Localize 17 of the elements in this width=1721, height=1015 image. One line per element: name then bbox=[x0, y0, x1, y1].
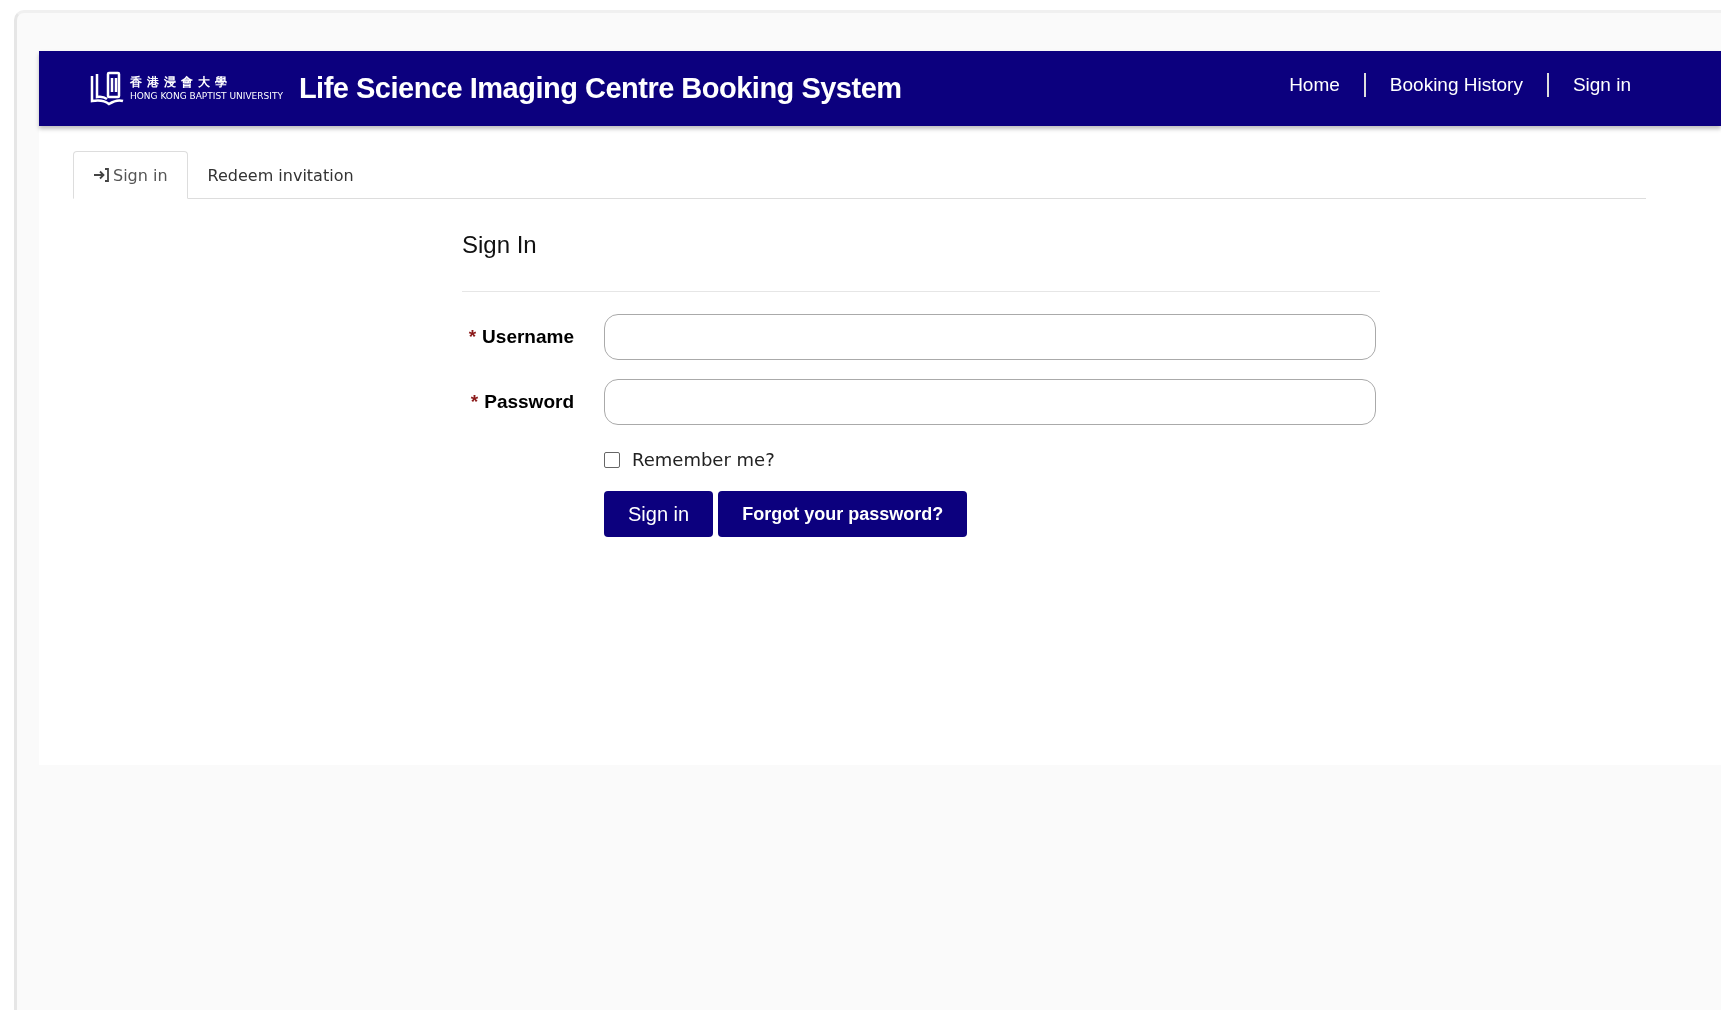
field-label: * Username bbox=[467, 326, 574, 348]
nav-link[interactable]: Sign in bbox=[1548, 73, 1655, 96]
nav-link[interactable]: Booking History bbox=[1365, 73, 1547, 96]
field-label: * Password bbox=[469, 391, 574, 413]
tab[interactable]: Sign in bbox=[73, 151, 188, 199]
tab[interactable]: Redeem invitation bbox=[187, 151, 374, 199]
forgot-password-button[interactable]: Forgot your password? bbox=[718, 491, 968, 537]
logo-chinese-name: 香港浸會大學 bbox=[130, 75, 233, 90]
sign-in-button[interactable]: Sign in bbox=[604, 491, 714, 537]
logo-english-name: HONG KONG BAPTIST UNIVERSITY bbox=[130, 90, 283, 102]
form-heading: Sign In bbox=[462, 231, 1380, 292]
university-logo-icon bbox=[89, 69, 125, 108]
site-title: Life Science Imaging Centre Booking System bbox=[298, 72, 902, 105]
checkbox[interactable] bbox=[604, 451, 620, 468]
checkbox-label: Remember me? bbox=[632, 449, 775, 470]
nav-link[interactable]: Home bbox=[1265, 73, 1364, 96]
sign-in-icon bbox=[93, 167, 110, 183]
